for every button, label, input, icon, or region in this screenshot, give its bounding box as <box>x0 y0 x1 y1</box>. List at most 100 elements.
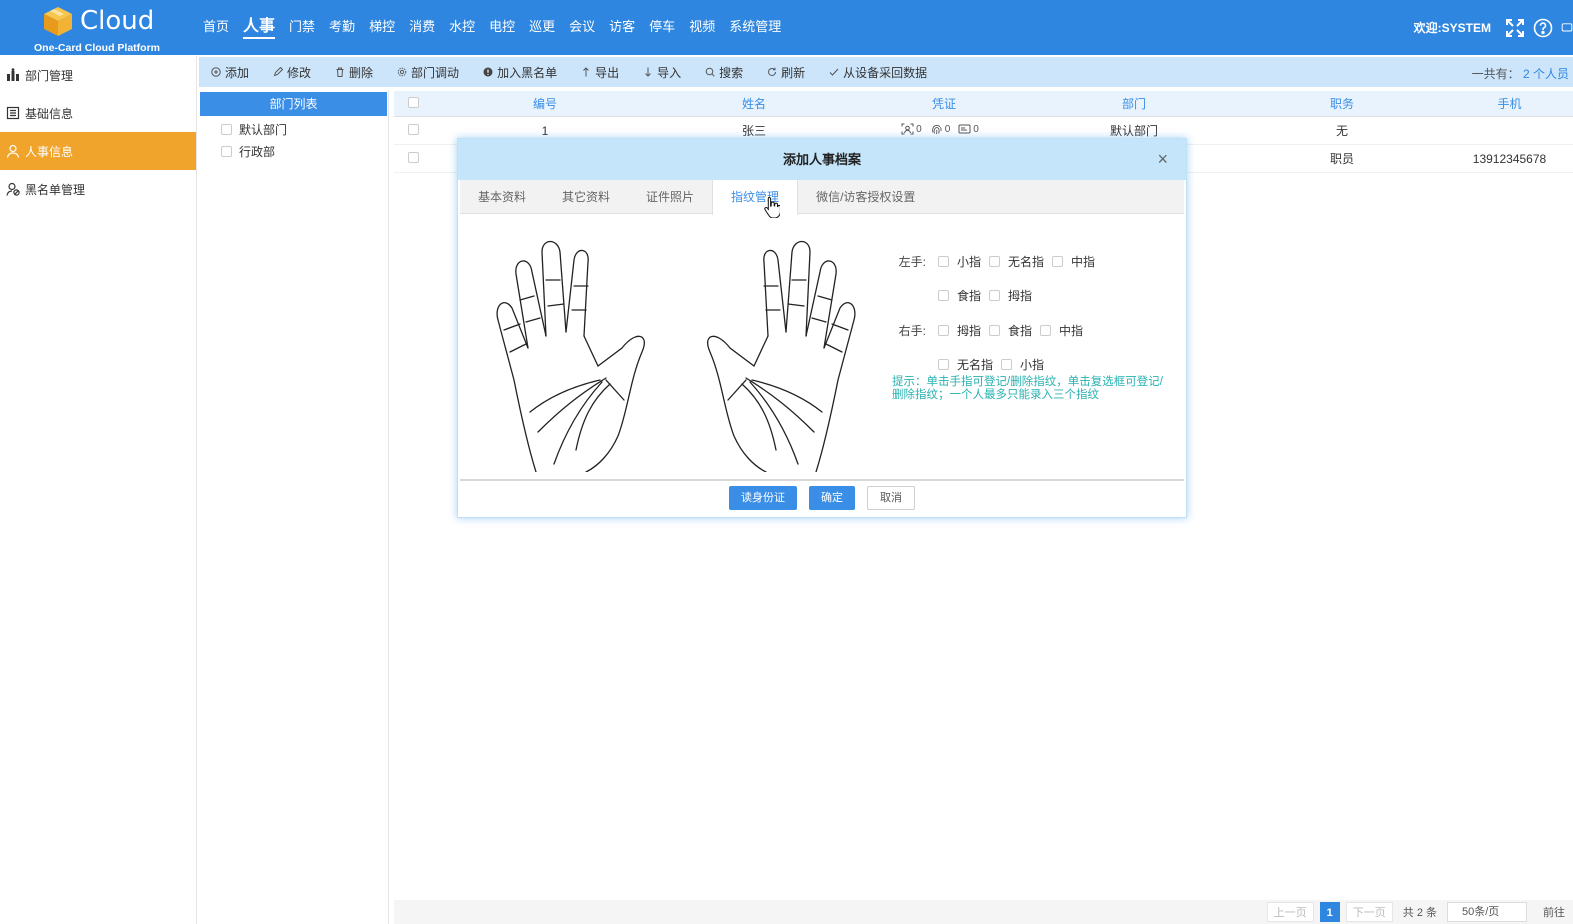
header-right: 欢迎:SYSTEM <box>1414 0 1573 55</box>
checkbox[interactable] <box>938 359 949 371</box>
row-checkbox[interactable] <box>408 123 419 135</box>
toolbar-button-2[interactable]: 删除 <box>323 57 385 87</box>
face-credential: 0 <box>901 123 922 135</box>
user-icon <box>6 144 25 158</box>
column-header: 姓名 <box>741 97 766 111</box>
prev-page-button[interactable]: 上一页 <box>1266 902 1314 922</box>
nav-item-9[interactable]: 会议 <box>562 0 602 55</box>
tab-3[interactable]: 指纹管理 <box>712 180 799 215</box>
checkbox[interactable] <box>938 290 949 302</box>
right-thumb-checkbox[interactable]: 拇指 <box>938 322 981 339</box>
right-index-finger-checkbox[interactable]: 食指 <box>989 322 1032 339</box>
sidebar-item-2[interactable]: 人事信息 <box>0 132 196 170</box>
tab-4[interactable]: 微信/访客授权设置 <box>798 180 933 214</box>
logo-text: Cloud <box>80 6 155 36</box>
edit-icon <box>273 67 287 77</box>
help-icon[interactable] <box>1533 18 1553 38</box>
nav-item-0[interactable]: 首页 <box>196 0 236 55</box>
left-thumb-checkbox[interactable]: 拇指 <box>989 287 1032 304</box>
select-all-cell[interactable] <box>394 96 440 111</box>
finger-label: 小指 <box>957 254 982 269</box>
add-person-dialog: 添加人事档案 × 基本资料 其它资料 证件照片 指纹管理 微信/访客授权设置 左… <box>457 138 1187 518</box>
right-little-finger-checkbox[interactable]: 小指 <box>1001 356 1044 373</box>
message-icon[interactable] <box>1561 18 1573 38</box>
checkbox[interactable] <box>938 255 949 267</box>
checkbox[interactable] <box>989 290 1001 302</box>
checkbox[interactable] <box>1040 324 1052 336</box>
confirm-button[interactable]: 确定 <box>809 486 855 510</box>
checkbox[interactable] <box>1001 359 1013 371</box>
right-middle-finger-checkbox[interactable]: 中指 <box>1040 322 1083 339</box>
left-ring-finger-checkbox[interactable]: 无名指 <box>989 253 1044 270</box>
trash-icon <box>335 67 349 77</box>
left-middle-finger-checkbox[interactable]: 中指 <box>1052 253 1095 270</box>
row-select-cell[interactable] <box>394 123 440 138</box>
left-hand[interactable] <box>496 240 645 473</box>
sidebar-item-3[interactable]: 黑名单管理 <box>0 170 196 208</box>
hands-illustration[interactable] <box>490 240 862 472</box>
card-count: 0 <box>973 123 979 135</box>
main-nav: 首页 人事 门禁 考勤 梯控 消费 水控 电控 巡更 会议 访客 停车 视频 系统管理 <box>196 0 788 55</box>
left-index-finger-checkbox[interactable]: 食指 <box>938 287 981 304</box>
toolbar-button-4[interactable]: 加入黑名单 <box>471 57 569 87</box>
arrow-up-icon <box>581 67 595 77</box>
toolbar-button-label: 从设备采回数据 <box>843 65 928 80</box>
page-1-button[interactable]: 1 <box>1319 902 1340 922</box>
right-hand[interactable] <box>707 240 856 473</box>
right-ring-finger-checkbox[interactable]: 无名指 <box>938 356 993 373</box>
checkbox[interactable] <box>989 255 1001 267</box>
checkbox[interactable] <box>989 324 1001 336</box>
toolbar-button-3[interactable]: 部门调动 <box>385 57 471 87</box>
dept-item-label: 行政部 <box>239 144 276 159</box>
page-size-select[interactable]: 50条/页 <box>1447 902 1527 922</box>
nav-item-11[interactable]: 停车 <box>642 0 682 55</box>
nav-item-12[interactable]: 视频 <box>682 0 722 55</box>
checkbox[interactable] <box>221 123 232 135</box>
column-header: 编号 <box>532 97 557 111</box>
nav-item-1[interactable]: 人事 <box>236 0 282 55</box>
toolbar-button-5[interactable]: 导出 <box>569 57 631 87</box>
nav-item-8[interactable]: 巡更 <box>522 0 562 55</box>
toolbar-button-6[interactable]: 导入 <box>631 57 693 87</box>
finger-checkboxes: 左手: 小指 无名指 中指 食指 拇指 右手: 拇指 食指 中指 无名指 小指 <box>890 244 1190 382</box>
left-little-finger-checkbox[interactable]: 小指 <box>938 253 981 270</box>
row-select-cell[interactable] <box>394 151 440 166</box>
toolbar-button-1[interactable]: 修改 <box>261 57 323 87</box>
table-header: 编号 姓名 凭证 部门 职务 手机 <box>394 91 1573 117</box>
checkbox[interactable] <box>221 145 232 157</box>
toolbar-button-7[interactable]: 搜索 <box>693 57 755 87</box>
nav-item-10[interactable]: 访客 <box>602 0 642 55</box>
nav-item-7[interactable]: 电控 <box>482 0 522 55</box>
row-checkbox[interactable] <box>408 151 419 163</box>
finger-credential: 0 <box>930 123 950 135</box>
tab-2[interactable]: 证件照片 <box>628 180 712 214</box>
list-icon <box>6 106 25 120</box>
sidebar-item-1[interactable]: 基础信息 <box>0 94 196 132</box>
toolbar-button-label: 加入黑名单 <box>497 65 558 80</box>
dept-item[interactable]: 行政部 <box>199 140 388 162</box>
nav-item-3[interactable]: 考勤 <box>322 0 362 55</box>
tab-1[interactable]: 其它资料 <box>544 180 628 214</box>
checkbox[interactable] <box>938 324 949 336</box>
sidebar-item-label: 基础信息 <box>25 106 74 121</box>
toolbar-button-8[interactable]: 刷新 <box>755 57 817 87</box>
toolbar-button-0[interactable]: 添加 <box>199 57 261 87</box>
dept-item[interactable]: 默认部门 <box>199 118 388 140</box>
nav-item-13[interactable]: 系统管理 <box>722 0 788 55</box>
nav-item-5[interactable]: 消费 <box>402 0 442 55</box>
nav-item-2[interactable]: 门禁 <box>282 0 322 55</box>
next-page-button[interactable]: 下一页 <box>1345 902 1393 922</box>
cell-position: 无 <box>1335 124 1348 138</box>
nav-item-4[interactable]: 梯控 <box>362 0 402 55</box>
checkbox[interactable] <box>1052 255 1064 267</box>
cancel-button[interactable]: 取消 <box>867 486 915 510</box>
sidebar-item-0[interactable]: 部门管理 <box>0 56 196 94</box>
toolbar-button-9[interactable]: 从设备采回数据 <box>817 57 939 87</box>
fullscreen-icon[interactable] <box>1505 18 1525 38</box>
select-all-checkbox[interactable] <box>408 96 419 108</box>
read-id-card-button[interactable]: 读身份证 <box>729 486 797 510</box>
tab-0[interactable]: 基本资料 <box>460 180 544 214</box>
nav-item-6[interactable]: 水控 <box>442 0 482 55</box>
close-icon[interactable]: × <box>1157 139 1168 180</box>
arrow-down-icon <box>643 67 657 77</box>
